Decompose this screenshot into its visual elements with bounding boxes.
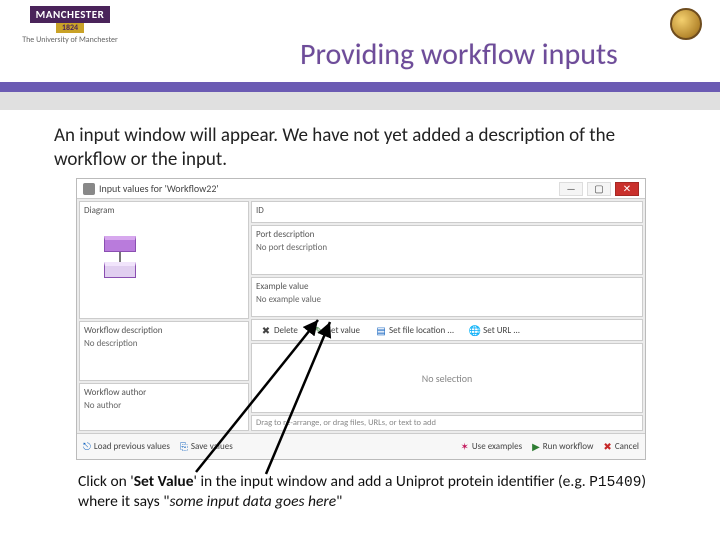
port-description-title: Port description [256, 229, 638, 240]
outro-end: " [336, 492, 342, 511]
workflow-description-body: No description [84, 338, 244, 349]
logo-subtext: The University of Manchester [22, 35, 118, 45]
load-label: Load previous values [94, 441, 170, 452]
logo-main-text: MANCHESTER [30, 6, 111, 23]
use-examples-button[interactable]: ✶ Use examples [461, 440, 523, 453]
example-value-title: Example value [256, 281, 638, 292]
bottom-bar: ⎋ Load previous values ⎘ Save values ✶ U… [77, 433, 645, 459]
divider-grey [0, 92, 720, 110]
delete-button[interactable]: ✖ Delete [256, 323, 303, 338]
file-icon: ▤ [376, 325, 386, 335]
set-value-label: Set value [327, 325, 360, 336]
set-url-button[interactable]: 🌐 Set URL ... [465, 323, 525, 338]
university-logo: MANCHESTER 1824 The University of Manche… [10, 6, 130, 44]
diagram-panel-title: Diagram [84, 205, 244, 216]
delete-icon: ✖ [261, 325, 271, 335]
divider-purple [0, 82, 720, 92]
maximize-button[interactable]: ▢ [587, 182, 611, 196]
workflow-author-panel: Workflow author No author [79, 383, 249, 431]
intro-paragraph: An input window will appear. We have not… [54, 124, 654, 172]
port-description-panel: Port description No port description [251, 225, 643, 275]
diagram-output-node [104, 262, 136, 278]
drag-hint: Drag to re-arrange, or drag files, URLs,… [251, 415, 643, 431]
save-label: Save values [191, 441, 233, 452]
id-panel-title: ID [256, 205, 638, 216]
outro-paragraph: Click on 'Set Value' in the input window… [78, 472, 678, 512]
input-dialog-window: Input values for 'Workflow22' — ▢ ✕ Diag… [76, 178, 646, 460]
delete-label: Delete [274, 325, 298, 336]
diagram-input-node [104, 236, 136, 252]
set-url-label: Set URL ... [483, 325, 520, 336]
diagram-panel: Diagram [79, 201, 249, 319]
examples-icon: ✶ [461, 440, 469, 453]
load-previous-button[interactable]: ⎋ Load previous values [83, 440, 170, 453]
slide-title: Providing workflow inputs [300, 36, 700, 73]
outro-italic: some input data goes here [169, 492, 336, 511]
diagram-connector [119, 252, 121, 262]
minimize-button[interactable]: — [559, 182, 583, 196]
outro-pre: Click on ' [78, 472, 134, 491]
save-icon: ⎘ [180, 440, 188, 453]
app-icon [83, 183, 95, 195]
workflow-description-panel: Workflow description No description [79, 321, 249, 381]
port-description-body: No port description [256, 242, 638, 253]
cancel-icon: ✖ [603, 440, 611, 453]
set-file-button[interactable]: ▤ Set file location ... [371, 323, 459, 338]
run-icon: ▶ [532, 440, 540, 453]
run-label: Run workflow [543, 441, 594, 452]
value-toolbar: ✖ Delete ✎ Set value ▤ Set file location… [251, 319, 643, 341]
example-value-body: No example value [256, 294, 638, 305]
load-icon: ⎋ [83, 440, 91, 453]
set-value-button[interactable]: ✎ Set value [309, 323, 365, 338]
workflow-author-body: No author [84, 400, 244, 411]
close-button[interactable]: ✕ [615, 182, 639, 196]
example-value-panel: Example value No example value [251, 277, 643, 317]
workflow-description-title: Workflow description [84, 325, 244, 336]
set-file-label: Set file location ... [389, 325, 454, 336]
cancel-button[interactable]: ✖ Cancel [603, 440, 639, 453]
outro-mid: ' in the input window and add a Uniprot … [194, 472, 590, 491]
save-values-button[interactable]: ⎘ Save values [180, 440, 233, 453]
outro-bold: Set Value [134, 472, 194, 491]
run-workflow-button[interactable]: ▶ Run workflow [532, 440, 593, 453]
value-panel-text: No selection [422, 372, 472, 385]
titlebar: Input values for 'Workflow22' — ▢ ✕ [77, 179, 645, 199]
logo-year: 1824 [56, 23, 84, 33]
value-panel[interactable]: No selection [251, 343, 643, 413]
outro-mono: P15409 [589, 475, 641, 491]
workflow-author-title: Workflow author [84, 387, 244, 398]
cancel-label: Cancel [615, 441, 639, 452]
globe-icon: 🌐 [470, 325, 480, 335]
edit-icon: ✎ [314, 325, 324, 335]
id-panel: ID [251, 201, 643, 223]
examples-label: Use examples [472, 441, 522, 452]
window-title: Input values for 'Workflow22' [99, 182, 555, 195]
